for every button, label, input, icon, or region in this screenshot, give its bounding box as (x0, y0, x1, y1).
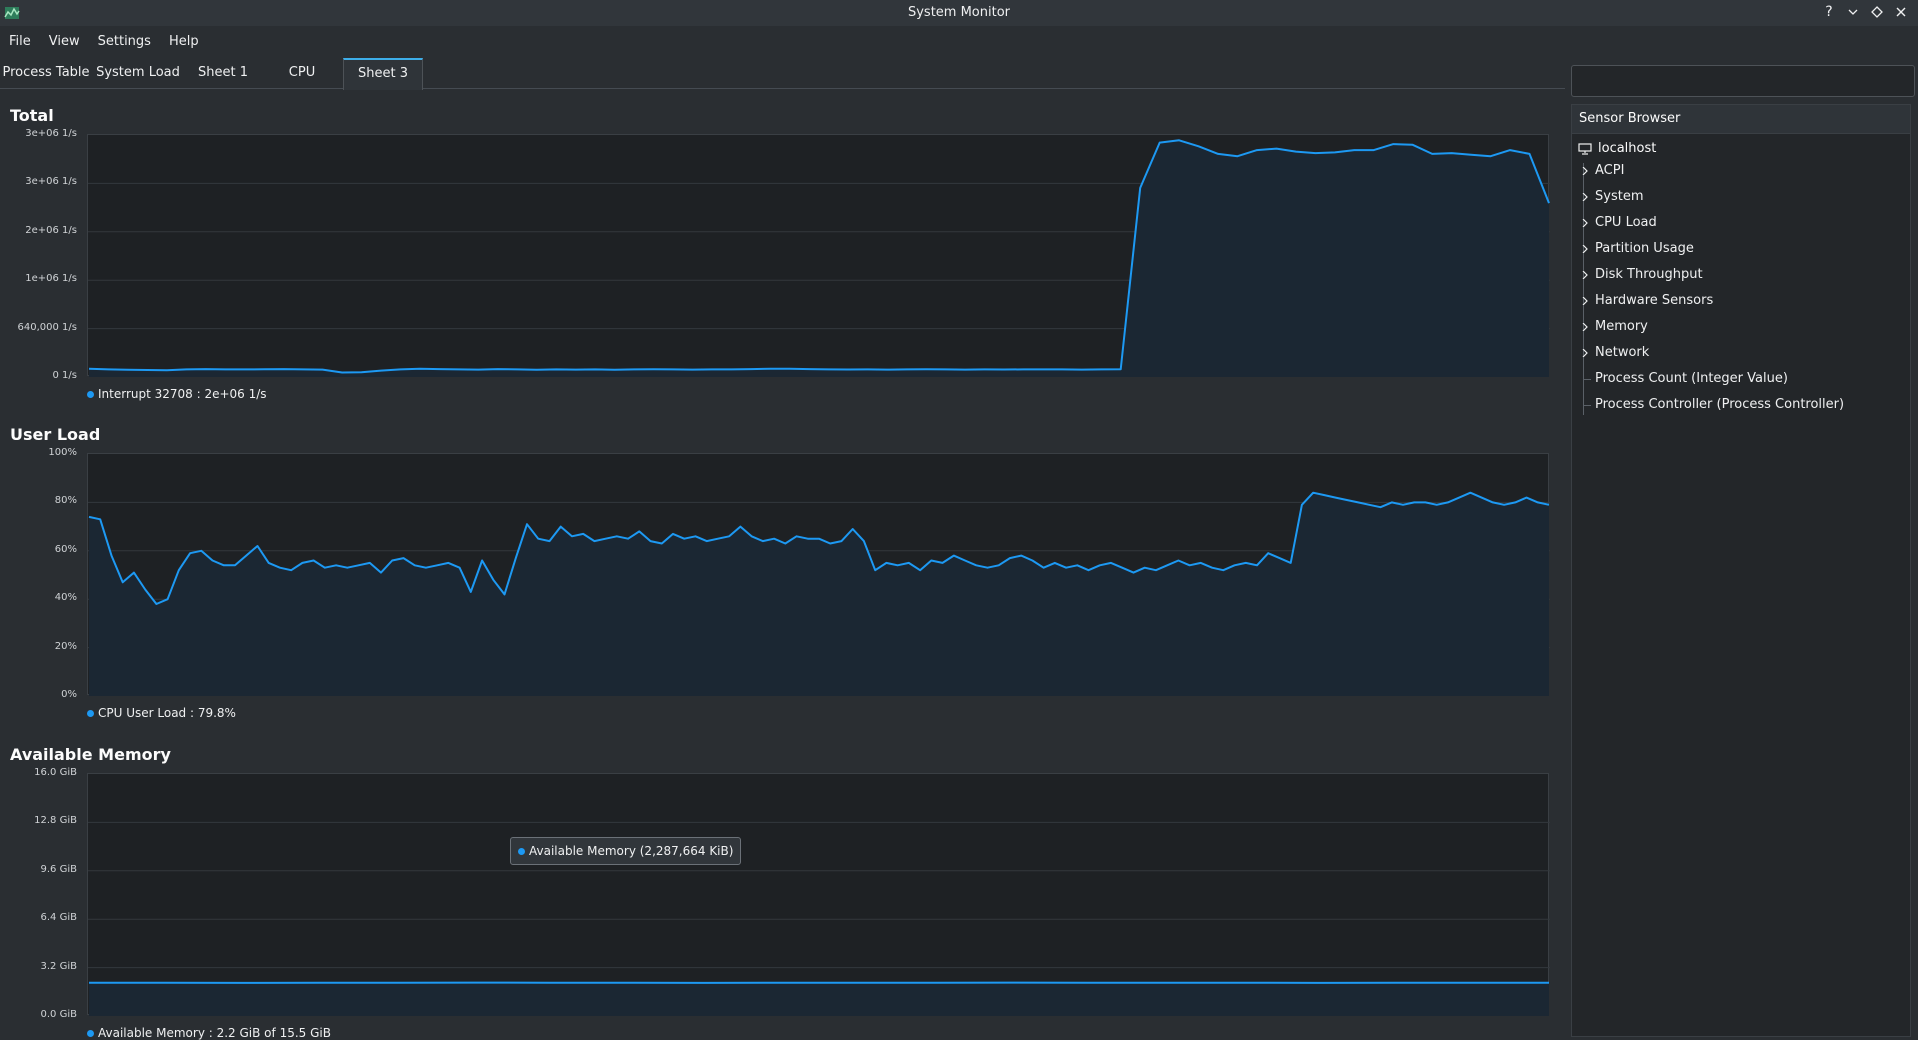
legend-total-label: Interrupt 32708 : 2e+06 1/s (98, 387, 267, 401)
y-tick-label: 40% (55, 592, 77, 603)
tree-root-label: localhost (1598, 141, 1656, 156)
tree-item-system[interactable]: System (1595, 189, 1643, 204)
computer-icon (1578, 143, 1592, 155)
tree-item-cpu-load[interactable]: CPU Load (1595, 215, 1657, 230)
title-bar: System Monitor ? (0, 0, 1918, 26)
expand-chevron-icon[interactable] (1581, 349, 1589, 357)
chart-title-user-load: User Load (10, 425, 100, 444)
available-memory-chart-svg (88, 774, 1550, 1016)
series-area-fill (89, 493, 1549, 696)
legend-swatch (87, 710, 94, 717)
tree-branch-line (1583, 405, 1591, 406)
tree-item-acpi[interactable]: ACPI (1595, 163, 1624, 178)
legend-swatch (87, 1030, 94, 1037)
tab-bar: Process Table System Load Sheet 1 CPU Sh… (0, 58, 1565, 89)
legend-swatch (87, 391, 94, 398)
tab-process-table[interactable]: Process Table (0, 58, 92, 88)
y-tick-label: 0 1/s (53, 370, 77, 381)
plot-total (87, 134, 1549, 376)
expand-chevron-icon[interactable] (1581, 245, 1589, 253)
sensor-browser-panel: Sensor Browser localhost ACPI System CPU L… (1571, 104, 1911, 1037)
minimize-icon[interactable] (1844, 3, 1862, 21)
legend-total: Interrupt 32708 : 2e+06 1/s (87, 387, 267, 401)
y-tick-label: 9.6 GiB (41, 864, 77, 875)
sensor-browser-header: Sensor Browser (1572, 105, 1910, 134)
tree-item-memory[interactable]: Memory (1595, 319, 1648, 334)
y-tick-label: 80% (55, 495, 77, 506)
expand-chevron-icon[interactable] (1581, 219, 1589, 227)
tooltip-text: Available Memory (2,287,664 KiB) (529, 844, 733, 858)
series-area-fill (89, 140, 1549, 377)
tree-item-process-count-integer-value[interactable]: Process Count (Integer Value) (1595, 371, 1788, 386)
menu-settings[interactable]: Settings (89, 31, 160, 55)
legend-available-memory-label: Available Memory : 2.2 GiB of 15.5 GiB (98, 1026, 331, 1040)
tab-sheet-1[interactable]: Sheet 1 (184, 58, 262, 88)
y-tick-label: 100% (48, 447, 77, 458)
user-load-chart-svg (88, 454, 1550, 696)
plot-available-memory (87, 773, 1549, 1015)
y-tick-label: 2e+06 1/s (25, 225, 77, 236)
tree-item-network[interactable]: Network (1595, 345, 1649, 360)
expand-chevron-icon[interactable] (1581, 193, 1589, 201)
legend-user-load-label: CPU User Load : 79.8% (98, 706, 236, 720)
tree-root-localhost[interactable]: localhost (1578, 141, 1656, 156)
y-tick-label: 1e+06 1/s (25, 273, 77, 284)
total-chart-svg (88, 135, 1550, 377)
series-area-fill (89, 983, 1549, 1016)
tree-item-disk-throughput[interactable]: Disk Throughput (1595, 267, 1703, 282)
y-tick-label: 640,000 1/s (18, 322, 77, 333)
expand-chevron-icon[interactable] (1581, 323, 1589, 331)
tree-item-partition-usage[interactable]: Partition Usage (1595, 241, 1694, 256)
tab-system-load[interactable]: System Load (92, 58, 184, 88)
y-tick-label: 0% (61, 689, 77, 700)
y-tick-label: 20% (55, 641, 77, 652)
chart-tooltip: Available Memory (2,287,664 KiB) (510, 837, 741, 865)
close-icon[interactable] (1892, 3, 1910, 21)
sensor-search-input[interactable] (1571, 65, 1915, 97)
menu-view[interactable]: View (40, 31, 89, 55)
legend-user-load: CPU User Load : 79.8% (87, 706, 236, 720)
maximize-icon[interactable] (1868, 3, 1886, 21)
tooltip-swatch (518, 848, 525, 855)
tab-cpu[interactable]: CPU (262, 58, 342, 88)
y-tick-label: 12.8 GiB (34, 815, 77, 826)
expand-chevron-icon[interactable] (1581, 167, 1589, 175)
expand-chevron-icon[interactable] (1581, 297, 1589, 305)
y-tick-label: 60% (55, 544, 77, 555)
y-tick-label: 0.0 GiB (41, 1009, 77, 1020)
expand-chevron-icon[interactable] (1581, 271, 1589, 279)
y-tick-label: 6.4 GiB (41, 912, 77, 923)
y-tick-label: 3e+06 1/s (25, 176, 77, 187)
tab-sheet-3[interactable]: Sheet 3 (343, 58, 423, 90)
help-icon[interactable]: ? (1820, 3, 1838, 21)
menu-help[interactable]: Help (160, 31, 208, 55)
menu-bar: File View Settings Help (0, 31, 208, 55)
tree-item-hardware-sensors[interactable]: Hardware Sensors (1595, 293, 1713, 308)
window-title: System Monitor (0, 5, 1918, 20)
plot-user-load (87, 453, 1549, 695)
y-tick-label: 3e+06 1/s (25, 128, 77, 139)
y-tick-label: 16.0 GiB (34, 767, 77, 778)
y-tick-label: 3.2 GiB (41, 961, 77, 972)
chart-title-total: Total (10, 106, 54, 125)
chart-title-available-memory: Available Memory (10, 745, 171, 764)
menu-file[interactable]: File (0, 31, 40, 55)
tree-item-process-controller-process-controller[interactable]: Process Controller (Process Controller) (1595, 397, 1844, 412)
legend-available-memory: Available Memory : 2.2 GiB of 15.5 GiB (87, 1026, 331, 1040)
tree-branch-line (1583, 379, 1591, 380)
